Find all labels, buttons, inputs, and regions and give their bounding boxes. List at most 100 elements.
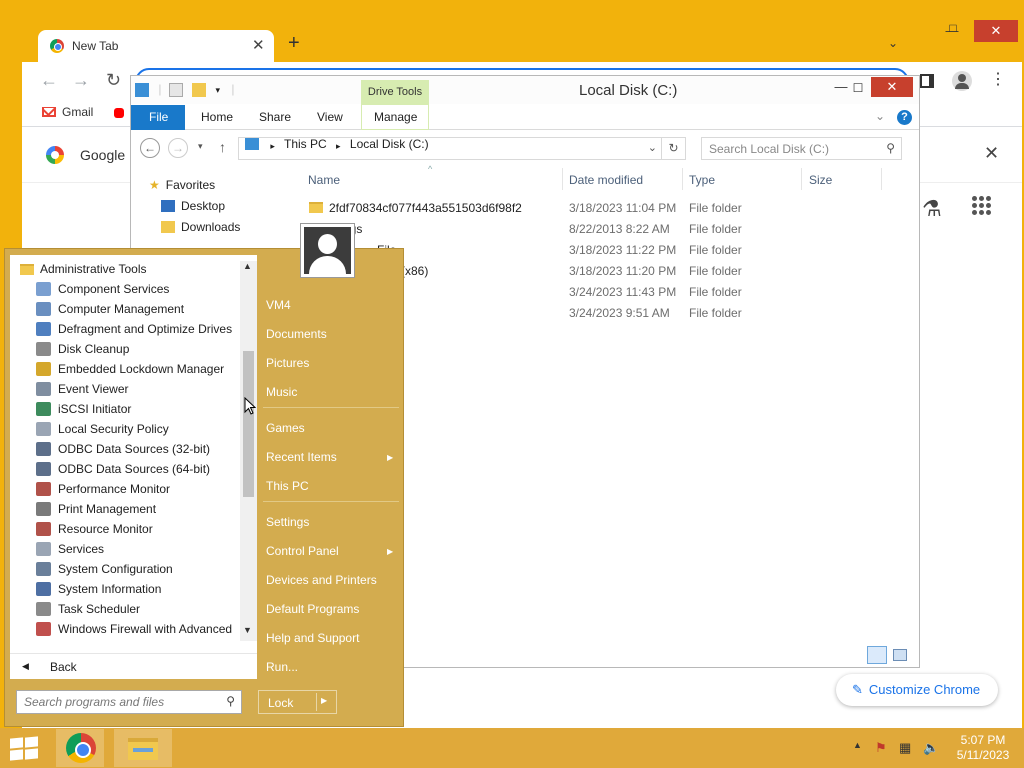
nav-downloads[interactable]: Downloads bbox=[161, 220, 240, 234]
list-item[interactable]: Performance Monitor bbox=[10, 479, 242, 499]
list-item[interactable]: System Information bbox=[10, 579, 242, 599]
column-size[interactable]: Size bbox=[809, 173, 832, 187]
tray-expand-icon[interactable]: ▲ bbox=[853, 740, 862, 750]
customize-chrome-button[interactable]: ✎ Customize Chrome bbox=[836, 674, 998, 706]
lock-options-arrow-icon[interactable]: ▶ bbox=[321, 696, 327, 705]
start-link[interactable]: Help and Support bbox=[266, 631, 359, 645]
reload-icon[interactable]: ↻ bbox=[106, 71, 121, 89]
list-item[interactable]: Local Security Policy bbox=[10, 419, 242, 439]
ribbon-tab-file[interactable]: File bbox=[131, 105, 185, 130]
start-button[interactable] bbox=[10, 736, 38, 761]
ribbon-tab-home[interactable]: Home bbox=[201, 110, 233, 124]
explorer-back-icon[interactable]: ← bbox=[140, 138, 160, 158]
refresh-icon[interactable]: ↻ bbox=[662, 137, 686, 160]
breadcrumb-local-disk[interactable]: Local Disk (C:) bbox=[350, 137, 429, 151]
chrome-close-button[interactable]: ✕ bbox=[974, 20, 1018, 42]
new-folder-icon[interactable] bbox=[192, 82, 207, 97]
scroll-up-icon[interactable]: ▲ bbox=[243, 261, 252, 271]
column-date-modified[interactable]: Date modified bbox=[569, 173, 643, 187]
table-row[interactable]: 2fdf70834cf077f443a551503d6f98f2 3/18/20… bbox=[301, 198, 901, 219]
scroll-down-icon[interactable]: ▼ bbox=[243, 625, 252, 635]
explorer-search-box[interactable]: Search Local Disk (C:) ⚲ bbox=[701, 137, 902, 160]
details-view-icon[interactable] bbox=[867, 646, 887, 664]
list-item[interactable]: Computer Management bbox=[10, 299, 242, 319]
explorer-close-button[interactable]: ✕ bbox=[871, 77, 913, 97]
ribbon-expand-chevron-icon[interactable]: ⌄ bbox=[875, 109, 885, 123]
bookmark-gmail[interactable]: Gmail bbox=[42, 105, 93, 119]
breadcrumb-this-pc[interactable]: This PC bbox=[284, 137, 327, 151]
recent-locations-icon[interactable]: ▾ bbox=[198, 141, 203, 152]
forward-arrow-icon[interactable]: → bbox=[72, 71, 90, 89]
list-item[interactable]: ODBC Data Sources (64-bit) bbox=[10, 459, 242, 479]
list-item[interactable]: Event Viewer bbox=[10, 379, 242, 399]
list-item[interactable]: Windows Firewall with Advanced bbox=[10, 619, 242, 639]
start-link[interactable]: This PC bbox=[266, 479, 309, 493]
list-item[interactable]: Task Scheduler bbox=[10, 599, 242, 619]
start-link[interactable]: Settings bbox=[266, 515, 309, 529]
scroll-thumb[interactable] bbox=[243, 351, 254, 497]
start-link[interactable]: VM4 bbox=[266, 298, 291, 312]
new-tab-button[interactable]: + bbox=[288, 33, 300, 53]
network-icon[interactable]: ▦ bbox=[899, 740, 911, 756]
tab-close-icon[interactable]: ✕ bbox=[252, 36, 265, 54]
taskbar-chrome[interactable] bbox=[56, 729, 104, 767]
list-item[interactable]: Disk Cleanup bbox=[10, 339, 242, 359]
youtube-icon[interactable] bbox=[114, 108, 124, 118]
ribbon-tab-share[interactable]: Share bbox=[259, 110, 291, 124]
chrome-restore-button[interactable]: ☐ bbox=[946, 24, 960, 38]
list-item[interactable]: Print Management bbox=[10, 499, 242, 519]
start-link[interactable]: Games bbox=[266, 421, 305, 435]
address-dropdown-icon[interactable]: ⌄ bbox=[648, 141, 657, 154]
list-item[interactable]: Services bbox=[10, 539, 242, 559]
google-apps-grid-icon[interactable] bbox=[972, 196, 992, 216]
qat-dropdown-icon[interactable]: ▾ bbox=[216, 85, 221, 95]
list-item[interactable]: Component Services bbox=[10, 279, 242, 299]
profile-avatar-icon[interactable] bbox=[952, 71, 972, 91]
volume-muted-icon[interactable]: 🔈 bbox=[923, 740, 939, 756]
action-center-flag-icon[interactable]: ⚑ bbox=[875, 740, 887, 756]
chrome-labs-flask-icon[interactable]: ⚗ bbox=[922, 196, 942, 222]
tab-search-chevron-icon[interactable]: ⌄ bbox=[888, 36, 898, 50]
column-type[interactable]: Type bbox=[689, 173, 715, 187]
lock-button[interactable]: Lock ▶ bbox=[258, 690, 337, 714]
start-link[interactable]: Music bbox=[266, 385, 297, 399]
chrome-menu-icon[interactable]: ⋮ bbox=[990, 72, 1006, 88]
column-name[interactable]: Name bbox=[308, 173, 340, 187]
start-link[interactable]: Documents bbox=[266, 327, 327, 341]
start-link[interactable]: Default Programs bbox=[266, 602, 359, 616]
list-item[interactable]: Defragment and Optimize Drives bbox=[10, 319, 242, 339]
google-bar-close-icon[interactable]: ✕ bbox=[984, 143, 999, 164]
tab-new-tab[interactable]: New Tab ✕ bbox=[38, 30, 274, 62]
start-link[interactable]: Devices and Printers bbox=[266, 573, 377, 587]
start-link[interactable]: Control Panel bbox=[266, 544, 339, 558]
large-icons-view-icon[interactable] bbox=[893, 649, 907, 661]
programs-scrollbar[interactable]: ▲ ▼ bbox=[240, 261, 257, 641]
list-item[interactable]: Resource Monitor bbox=[10, 519, 242, 539]
ribbon-tab-manage[interactable]: Manage bbox=[374, 110, 417, 124]
start-link[interactable]: Run... bbox=[266, 660, 298, 674]
start-search-input[interactable]: Search programs and files ⚲ bbox=[16, 690, 242, 714]
explorer-maximize-button[interactable]: ☐ bbox=[842, 77, 874, 99]
list-item[interactable]: ODBC Data Sources (32-bit) bbox=[10, 439, 242, 459]
user-avatar[interactable] bbox=[300, 223, 355, 278]
address-bar[interactable]: ▸ This PC ▸ Local Disk (C:) ⌄ bbox=[238, 137, 662, 160]
back-arrow-icon[interactable]: ← bbox=[40, 71, 58, 89]
side-panel-icon[interactable] bbox=[920, 74, 934, 88]
ribbon-tab-view[interactable]: View bbox=[317, 110, 343, 124]
nav-favorites[interactable]: ★ Favorites bbox=[149, 178, 215, 192]
list-item[interactable]: System Configuration bbox=[10, 559, 242, 579]
start-link[interactable]: Recent Items bbox=[266, 450, 337, 464]
up-arrow-icon[interactable]: ↑ bbox=[219, 139, 226, 155]
list-item[interactable]: iSCSI Initiator bbox=[10, 399, 242, 419]
back-button[interactable]: ◀ Back bbox=[10, 653, 257, 679]
taskbar-clock[interactable]: 5:07 PM 5/11/2023 bbox=[953, 733, 1013, 763]
explorer-forward-icon[interactable]: → bbox=[168, 138, 188, 158]
google-bar-text[interactable]: Google bbox=[80, 147, 125, 163]
list-item-folder[interactable]: Administrative Tools bbox=[10, 259, 242, 279]
list-item[interactable]: Embedded Lockdown Manager bbox=[10, 359, 242, 379]
properties-icon[interactable] bbox=[168, 82, 183, 97]
start-link[interactable]: Pictures bbox=[266, 356, 309, 370]
nav-desktop[interactable]: Desktop bbox=[161, 199, 225, 213]
taskbar-file-explorer[interactable] bbox=[114, 729, 172, 767]
table-row[interactable]: ogs 8/22/2013 8:22 AM File folder bbox=[301, 219, 901, 240]
